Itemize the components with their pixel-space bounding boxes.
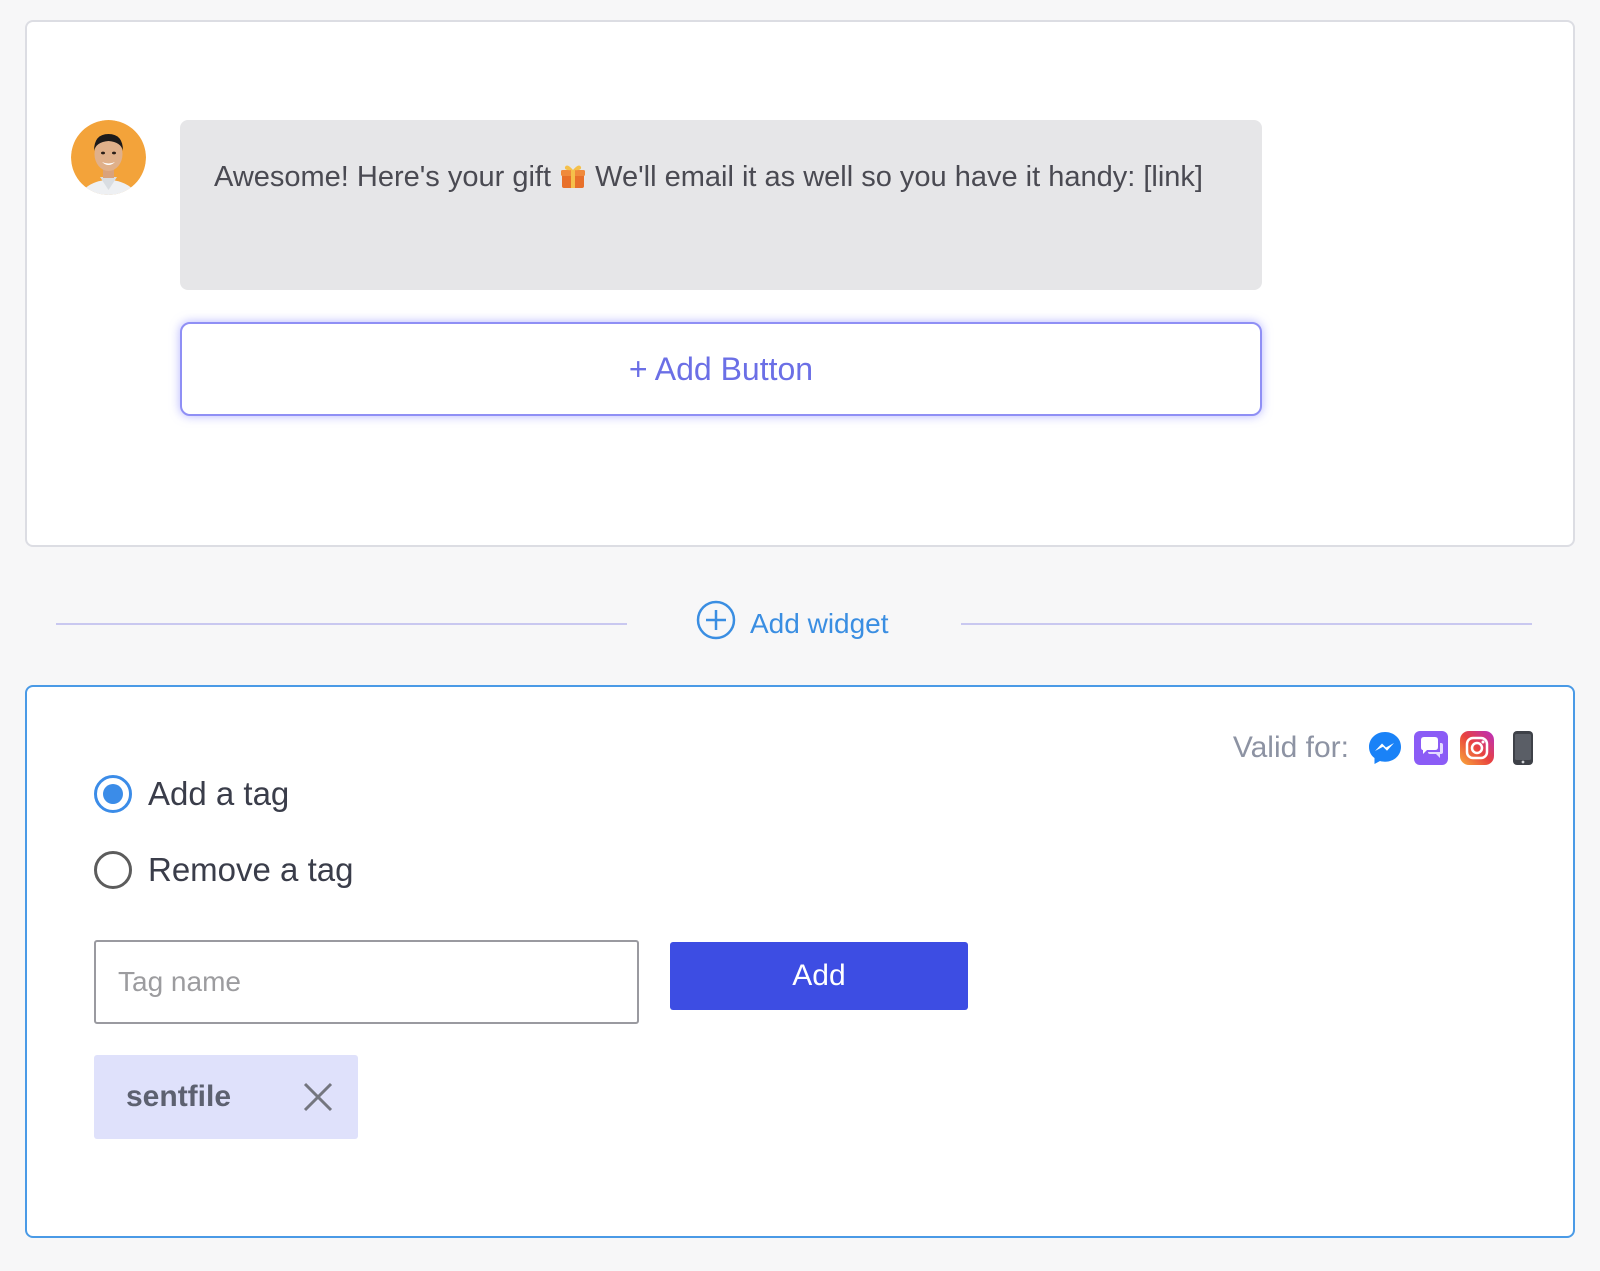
- add-widget-label: Add widget: [750, 607, 889, 639]
- chat-icon: [1413, 730, 1449, 766]
- widget-divider: Add widget: [56, 600, 1546, 650]
- message-text-end: We'll email it as well so you have it ha…: [587, 161, 1203, 193]
- tag-name-input[interactable]: [94, 940, 639, 1024]
- remove-tag-label: Remove a tag: [148, 851, 354, 888]
- add-button-label: + Add Button: [628, 350, 814, 387]
- instagram-icon: [1459, 730, 1495, 766]
- tag-chip-label: sentfile: [126, 1080, 232, 1113]
- phone-icon: [1505, 730, 1541, 766]
- divider-line-left: [56, 623, 627, 625]
- add-tag-radio[interactable]: [94, 775, 132, 813]
- message-bubble[interactable]: Awesome! Here's your gift We'll email it…: [180, 120, 1262, 290]
- avatar: [71, 120, 146, 195]
- message-text-start: Awesome! Here's your gift: [214, 161, 560, 193]
- remove-tag-option[interactable]: Remove a tag: [94, 851, 353, 889]
- add-tag-label: Add a tag: [148, 775, 290, 812]
- add-button-button[interactable]: + Add Button: [180, 322, 1262, 416]
- divider-line-right: [961, 623, 1532, 625]
- remove-tag-radio[interactable]: [94, 851, 132, 889]
- close-icon[interactable]: [302, 1081, 334, 1113]
- gift-icon: [559, 160, 587, 188]
- message-card: Awesome! Here's your gift We'll email it…: [25, 20, 1575, 547]
- tag-widget-card: Valid for: Add a tag Remove a tag Tag na…: [25, 685, 1575, 1238]
- tag-chip: sentfile: [94, 1055, 358, 1139]
- add-widget-button[interactable]: Add widget: [696, 600, 889, 647]
- add-tag-button[interactable]: Add: [670, 942, 968, 1010]
- messenger-icon: [1367, 730, 1403, 766]
- add-tag-option[interactable]: Add a tag: [94, 775, 289, 813]
- valid-for: Valid for:: [1233, 730, 1541, 766]
- valid-for-label: Valid for:: [1232, 731, 1349, 764]
- plus-circle-icon: [696, 600, 736, 647]
